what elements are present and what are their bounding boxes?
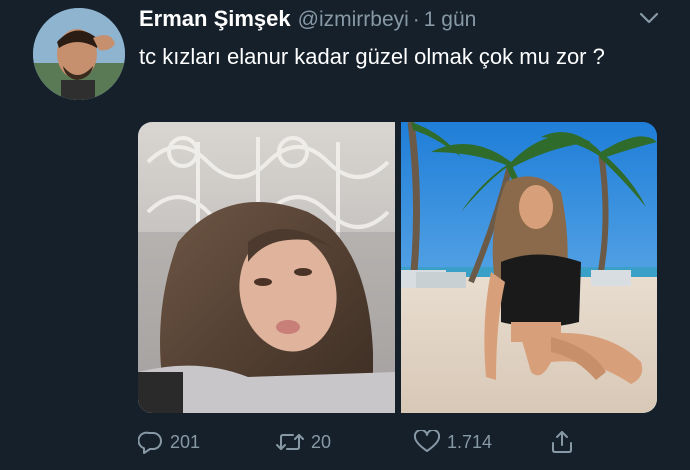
reply-count: 201 <box>170 431 201 452</box>
chevron-down-icon[interactable] <box>638 10 660 26</box>
retweet-button[interactable]: 20 <box>275 428 331 456</box>
beach-photo[interactable] <box>400 122 658 413</box>
separator-dot: · <box>412 8 420 31</box>
user-handle[interactable]: @izmirrbeyi <box>298 8 409 32</box>
reply-button[interactable]: 201 <box>138 428 200 456</box>
timestamp[interactable]: 1 gün <box>424 8 477 32</box>
reply-icon <box>138 431 162 454</box>
like-count: 1.714 <box>447 431 493 452</box>
share-icon <box>552 431 572 453</box>
selfie-photo[interactable] <box>138 122 395 413</box>
avatar[interactable] <box>33 8 125 100</box>
tweet-header: Erman Şimşek @izmirrbeyi · 1 gün <box>139 6 476 34</box>
retweet-count: 20 <box>311 431 332 452</box>
display-name[interactable]: Erman Şimşek <box>139 6 291 32</box>
like-button[interactable]: 1.714 <box>413 428 492 456</box>
like-icon <box>413 430 441 452</box>
tweet-card: Erman Şimşek @izmirrbeyi · 1 gün tc kızl… <box>0 0 690 470</box>
retweet-icon <box>276 434 304 450</box>
tweet-text: tc kızları elanur kadar güzel olmak çok … <box>139 44 605 69</box>
share-button[interactable] <box>549 428 581 456</box>
media-grid <box>138 122 657 413</box>
tweet-actions: 201 20 1.714 <box>138 428 578 456</box>
